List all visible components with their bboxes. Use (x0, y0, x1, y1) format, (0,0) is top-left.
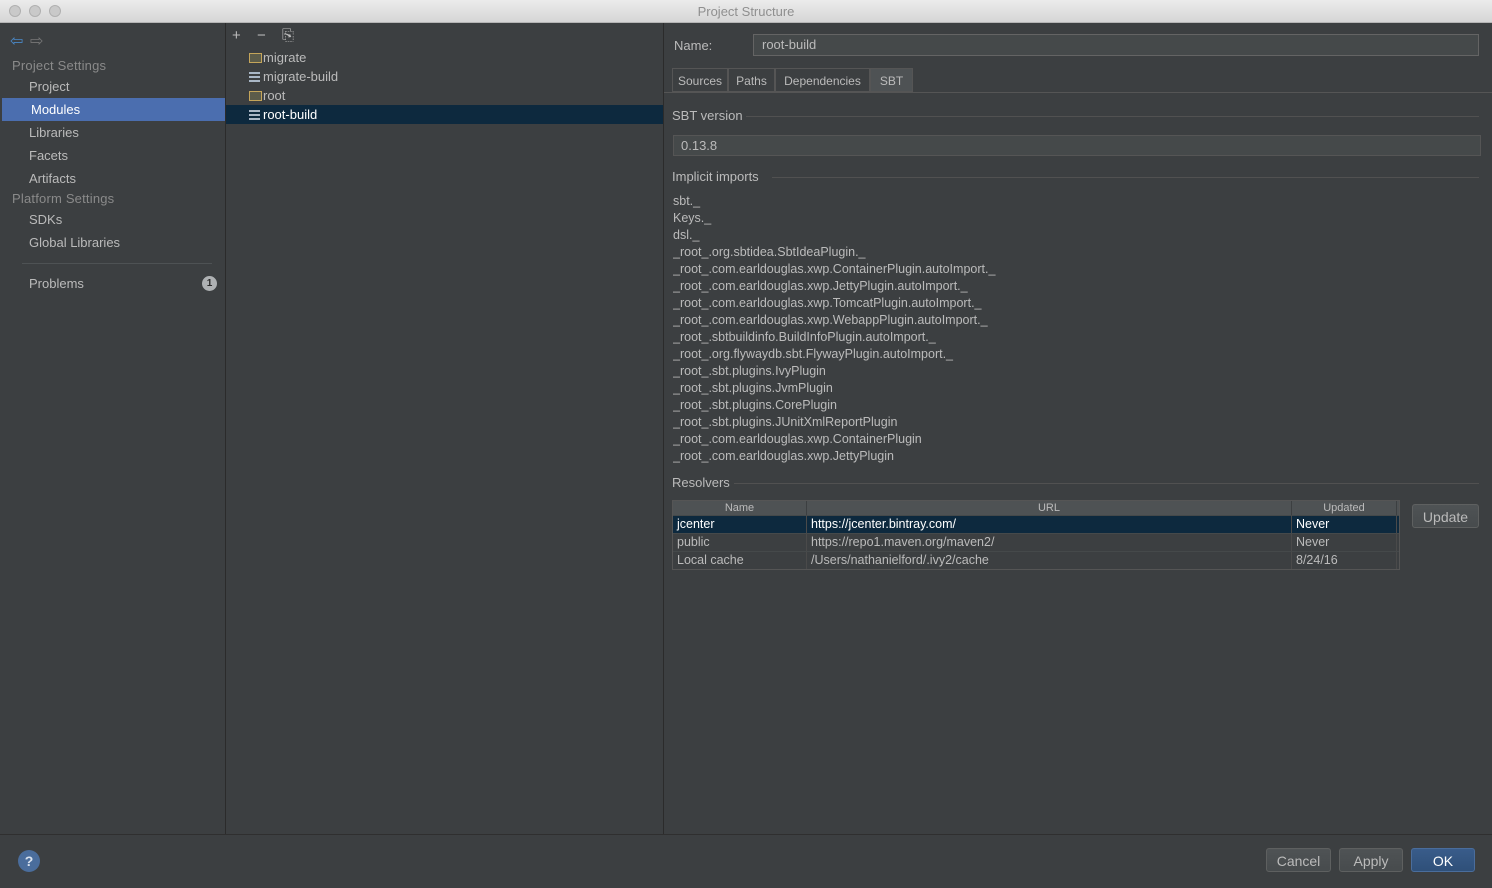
module-item-root[interactable]: root (226, 86, 663, 105)
copy-icon[interactable]: ⎘ (282, 27, 307, 44)
sidebar-item-facets[interactable]: Facets (0, 144, 225, 167)
module-label: root-build (263, 107, 318, 122)
table-row[interactable]: Local cache /Users/nathanielford/.ivy2/c… (673, 551, 1399, 569)
column-header-url[interactable]: URL (807, 501, 1292, 515)
folder-icon (249, 53, 262, 63)
folder-icon (249, 91, 262, 101)
tab-sbt[interactable]: SBT (870, 68, 913, 92)
column-header-name[interactable]: Name (673, 501, 807, 515)
modules-pane: + − ⎘ migrate migrate-build root root-buil… (226, 23, 664, 834)
module-label: migrate-build (263, 69, 339, 84)
add-icon[interactable]: + (232, 27, 257, 44)
column-header-updated[interactable]: Updated (1292, 501, 1397, 515)
remove-icon[interactable]: − (257, 27, 282, 44)
import-line: sbt._ (673, 194, 701, 208)
resolver-url: /Users/nathanielford/.ivy2/cache (807, 552, 1292, 569)
import-line: _root_.sbt.plugins.JUnitXmlReportPlugin (673, 415, 898, 429)
project-settings-heading: Project Settings (12, 58, 107, 73)
sidebar-item-project[interactable]: Project (0, 75, 225, 98)
sidebar-item-global-libraries[interactable]: Global Libraries (0, 231, 225, 254)
resolvers-label: Resolvers (672, 475, 730, 490)
import-line: _root_.org.sbtidea.SbtIdeaPlugin._ (673, 245, 866, 259)
sidebar-item-label: Problems (29, 276, 84, 291)
back-arrow-icon[interactable]: ⇦ (10, 31, 30, 51)
import-line: _root_.com.earldouglas.xwp.WebappPlugin.… (673, 313, 988, 327)
import-line: _root_.com.earldouglas.xwp.ContainerPlug… (673, 432, 922, 446)
module-details: Name: root-build Sources Paths Dependenc… (664, 23, 1492, 834)
resolver-updated: Never (1292, 534, 1397, 551)
problems-count-badge: 1 (202, 276, 217, 291)
tab-paths[interactable]: Paths (728, 68, 775, 92)
import-line: _root_.com.earldouglas.xwp.JettyPlugin (673, 449, 894, 463)
module-item-root-build[interactable]: root-build (226, 105, 663, 124)
table-row[interactable]: public https://repo1.maven.org/maven2/ N… (673, 533, 1399, 551)
import-line: _root_.com.earldouglas.xwp.ContainerPlug… (673, 262, 996, 276)
sbt-version-label: SBT version (672, 108, 743, 123)
table-row[interactable]: jcenter https://jcenter.bintray.com/ Nev… (673, 515, 1399, 533)
help-icon[interactable]: ? (18, 850, 40, 872)
import-line: Keys._ (673, 211, 712, 225)
import-line: _root_.org.flywaydb.sbt.FlywayPlugin.aut… (673, 347, 953, 361)
section-divider (746, 116, 1479, 117)
sbt-version-field[interactable]: 0.13.8 (673, 135, 1481, 156)
module-item-migrate[interactable]: migrate (226, 48, 663, 67)
sidebar-item-libraries[interactable]: Libraries (0, 121, 225, 144)
import-line: _root_.sbt.plugins.JvmPlugin (673, 381, 833, 395)
module-label: migrate (263, 50, 307, 65)
module-name-input[interactable]: root-build (753, 34, 1479, 56)
module-icon (249, 72, 260, 82)
module-icon (249, 110, 260, 120)
resolver-url: https://repo1.maven.org/maven2/ (807, 534, 1292, 551)
table-header: Name URL Updated (673, 501, 1399, 515)
resolver-name: Local cache (673, 552, 807, 569)
import-line: dsl._ (673, 228, 700, 242)
window-titlebar: Project Structure (0, 0, 1492, 23)
module-item-migrate-build[interactable]: migrate-build (226, 67, 663, 86)
window-title: Project Structure (697, 4, 795, 19)
resolver-url: https://jcenter.bintray.com/ (807, 516, 1292, 533)
sidebar-item-artifacts[interactable]: Artifacts (0, 167, 225, 190)
platform-settings-heading: Platform Settings (12, 191, 115, 206)
implicit-imports-list[interactable]: sbt._ Keys._ dsl._ _root_.org.sbtidea.Sb… (673, 193, 1433, 463)
module-label: root (263, 88, 286, 103)
modules-toolbar: + − ⎘ (232, 27, 307, 44)
name-label: Name: (674, 38, 713, 53)
sidebar-item-sdks[interactable]: SDKs (0, 208, 225, 231)
import-line: _root_.sbt.plugins.IvyPlugin (673, 364, 826, 378)
sidebar-item-problems[interactable]: Problems 1 (0, 272, 225, 295)
resolvers-table: Name URL Updated jcenter https://jcenter… (672, 500, 1400, 570)
import-line: _root_.sbtbuildinfo.BuildInfoPlugin.auto… (673, 330, 936, 344)
resolver-updated: Never (1292, 516, 1397, 533)
resolver-name: jcenter (673, 516, 807, 533)
resolver-name: public (673, 534, 807, 551)
ok-button[interactable]: OK (1411, 848, 1475, 872)
dialog-footer: ? Cancel Apply OK (0, 834, 1492, 888)
tab-sources[interactable]: Sources (672, 68, 728, 92)
sidebar-item-modules[interactable]: Modules (2, 98, 225, 121)
resolver-updated: 8/24/16 (1292, 552, 1397, 569)
forward-arrow-icon[interactable]: ⇨ (30, 31, 50, 51)
tab-dependencies[interactable]: Dependencies (775, 68, 870, 92)
implicit-imports-label: Implicit imports (672, 169, 759, 184)
tab-divider (664, 92, 1492, 93)
nav-arrows: ⇦ ⇨ (10, 31, 50, 51)
sidebar-divider (22, 263, 212, 264)
cancel-button[interactable]: Cancel (1266, 848, 1331, 872)
settings-sidebar: ⇦ ⇨ Project Settings Project Modules Libr… (0, 23, 226, 834)
import-line: _root_.sbt.plugins.CorePlugin (673, 398, 837, 412)
apply-button[interactable]: Apply (1339, 848, 1403, 872)
section-divider (734, 483, 1479, 484)
import-line: _root_.com.earldouglas.xwp.TomcatPlugin.… (673, 296, 982, 310)
section-divider (772, 177, 1479, 178)
import-line: _root_.com.earldouglas.xwp.JettyPlugin.a… (673, 279, 968, 293)
update-button[interactable]: Update (1412, 504, 1479, 528)
